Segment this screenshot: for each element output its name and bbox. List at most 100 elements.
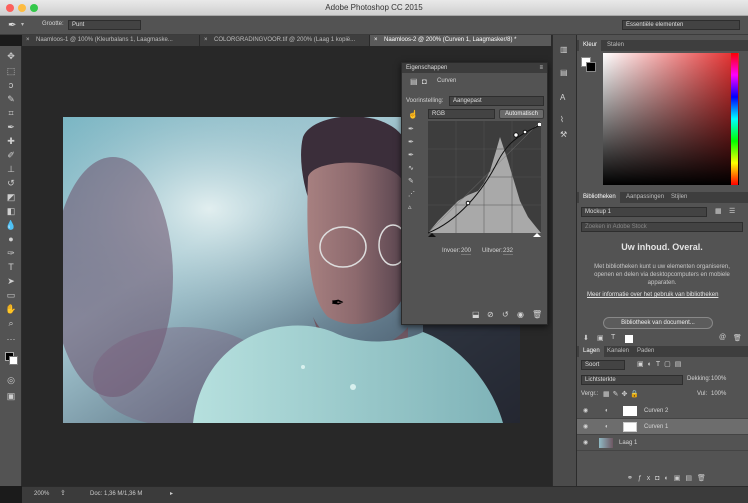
grid-view-icon[interactable]: ▦ bbox=[715, 207, 722, 215]
properties-icon[interactable]: ▤ bbox=[560, 68, 568, 77]
eraser-icon[interactable]: ◩ bbox=[5, 191, 17, 203]
pencil-icon[interactable]: ✎ bbox=[408, 177, 418, 190]
background-color-swatch[interactable] bbox=[9, 356, 18, 365]
zoom-level[interactable]: 200% bbox=[34, 487, 49, 501]
target-adjust-icon[interactable]: ☝ bbox=[408, 110, 418, 119]
trash-icon[interactable]: 🗑 bbox=[532, 310, 542, 319]
stamp-icon[interactable]: ⊥ bbox=[5, 163, 17, 175]
clip-to-layer-icon[interactable]: ⬓ bbox=[472, 310, 480, 319]
brush-presets-icon[interactable]: ⌇ bbox=[560, 115, 564, 124]
pen-icon[interactable]: ✑ bbox=[5, 247, 17, 259]
eyedropper-white-icon[interactable]: ✒ bbox=[408, 151, 418, 164]
layer-row-curven-2[interactable]: ◉ ◐ Curven 2 bbox=[577, 403, 748, 419]
list-view-icon[interactable]: ☰ bbox=[729, 207, 735, 215]
properties-panel-header[interactable]: Eigenschappen ≡ bbox=[402, 63, 547, 73]
eye-icon[interactable]: ◉ bbox=[583, 403, 588, 419]
history-icon[interactable]: ▥ bbox=[560, 45, 568, 54]
library-from-document-button[interactable]: Bibliotheek van document... bbox=[603, 317, 713, 329]
opacity-value[interactable]: 100% bbox=[711, 376, 726, 382]
add-graphic-icon[interactable]: ▣ bbox=[597, 334, 604, 342]
eyedropper-black-icon[interactable]: ✒ bbox=[408, 125, 418, 138]
history-brush-icon[interactable]: ↺ bbox=[5, 177, 17, 189]
clipping-warning-icon[interactable]: ▵ bbox=[408, 203, 418, 216]
tool-presets-icon[interactable]: ⚒ bbox=[560, 130, 567, 139]
library-select[interactable]: Mockup 1 bbox=[581, 207, 707, 217]
doc-tab-3[interactable]: × Naamloos-2 @ 200% (Curven 1, Laagmasker… bbox=[370, 35, 552, 46]
character-icon[interactable]: A bbox=[560, 93, 565, 102]
layer-row-laag-1[interactable]: ◉ Laag 1 bbox=[577, 435, 748, 451]
eyedropper-gray-icon[interactable]: ✒ bbox=[408, 138, 418, 151]
hue-slider[interactable] bbox=[731, 53, 738, 185]
background-swatch[interactable] bbox=[586, 62, 596, 72]
eye-icon[interactable]: ◉ bbox=[583, 435, 588, 451]
move-icon[interactable]: ✥ bbox=[5, 50, 17, 62]
smooth-icon[interactable]: ⋰ bbox=[408, 190, 418, 203]
eye-icon[interactable]: ◉ bbox=[583, 419, 588, 435]
hand-icon[interactable]: ✋ bbox=[5, 303, 17, 315]
channel-select[interactable]: RGB bbox=[428, 109, 495, 119]
dodge-icon[interactable]: ● bbox=[5, 233, 17, 245]
libraries-learn-more-link[interactable]: Meer informatie over het gebruik van bib… bbox=[587, 291, 727, 299]
blend-mode-select[interactable]: Lichtsterkte bbox=[581, 375, 683, 385]
stock-search-input[interactable]: Zoeken in Adobe Stock bbox=[581, 222, 743, 232]
color-picker-field[interactable] bbox=[603, 53, 739, 185]
chevron-down-icon[interactable]: ▾ bbox=[21, 21, 24, 28]
blur-icon[interactable]: 💧 bbox=[5, 219, 17, 231]
zoom-icon[interactable]: ⌕ bbox=[5, 317, 17, 329]
quick-select-icon[interactable]: ✎ bbox=[5, 93, 17, 105]
tab-bibliotheken[interactable]: Bibliotheken bbox=[579, 192, 620, 203]
gradient-icon[interactable]: ◧ bbox=[5, 205, 17, 217]
tab-stalen[interactable]: Stalen bbox=[603, 40, 628, 51]
minimize-window-button[interactable] bbox=[18, 4, 26, 12]
reset-icon[interactable]: ↺ bbox=[502, 310, 509, 319]
curves-graph[interactable] bbox=[428, 121, 541, 237]
layer-filter-icons[interactable]: ▣◐T▢▤ bbox=[637, 360, 685, 368]
shape-icon[interactable]: ▭ bbox=[5, 289, 17, 301]
lasso-icon[interactable]: ↄ bbox=[5, 79, 17, 91]
add-content-icon[interactable]: ⬇ bbox=[583, 334, 589, 342]
share-icon[interactable]: ⇪ bbox=[60, 487, 66, 501]
output-value[interactable]: 232 bbox=[503, 248, 514, 255]
zoom-window-button[interactable] bbox=[30, 4, 38, 12]
tab-lagen[interactable]: Lagen bbox=[579, 346, 604, 357]
visibility-icon[interactable]: ◉ bbox=[517, 310, 524, 319]
brush-icon[interactable]: ✐ bbox=[5, 149, 17, 161]
eyedropper-tool-icon[interactable]: ✒ bbox=[5, 121, 17, 133]
trash-icon[interactable]: 🗑 bbox=[733, 334, 742, 342]
status-menu-arrow-icon[interactable]: ▸ bbox=[170, 487, 173, 501]
healing-icon[interactable]: ✚ bbox=[5, 135, 17, 147]
auto-button[interactable]: Automatisch bbox=[499, 109, 544, 119]
close-window-button[interactable] bbox=[6, 4, 14, 12]
close-icon[interactable]: × bbox=[374, 35, 378, 46]
cloud-icon[interactable]: @ bbox=[719, 334, 726, 341]
tab-paden[interactable]: Paden bbox=[633, 346, 658, 357]
mask-icon[interactable]: ◘ bbox=[422, 77, 427, 86]
add-text-icon[interactable]: T bbox=[611, 334, 615, 341]
tab-stijlen[interactable]: Stijlen bbox=[667, 192, 691, 203]
fill-value[interactable]: 100% bbox=[711, 391, 726, 397]
lock-icons[interactable]: ▦✎✥🔒 bbox=[603, 390, 642, 398]
add-color-icon[interactable] bbox=[625, 335, 633, 343]
marquee-icon[interactable]: ⬚ bbox=[5, 65, 17, 77]
layers-footer-icons[interactable]: ⚭ƒx◘◐▣▤🗑 bbox=[627, 474, 747, 482]
path-select-icon[interactable]: ➤ bbox=[5, 275, 17, 287]
sample-size-select[interactable]: Punt bbox=[68, 20, 141, 30]
view-previous-icon[interactable]: ⊘ bbox=[487, 310, 494, 319]
curve-point-icon[interactable]: ∿ bbox=[408, 164, 418, 177]
crop-icon[interactable]: ⌗ bbox=[5, 107, 17, 119]
tab-aanpassingen[interactable]: Aanpassingen bbox=[622, 192, 668, 203]
eyedropper-icon[interactable]: ✒ bbox=[8, 20, 16, 31]
quick-mask-icon[interactable]: ◎ bbox=[5, 374, 17, 386]
input-value[interactable]: 200 bbox=[461, 248, 472, 255]
workspace-select[interactable]: Essentiële elementen bbox=[622, 20, 740, 30]
close-icon[interactable]: × bbox=[26, 35, 30, 46]
close-icon[interactable]: × bbox=[204, 35, 208, 46]
layer-filter-select[interactable]: Soort bbox=[581, 360, 625, 370]
tab-kanalen[interactable]: Kanalen bbox=[603, 346, 633, 357]
screen-mode-icon[interactable]: ▣ bbox=[5, 390, 17, 402]
doc-tab-2[interactable]: × COLORGRADINGVOOR.tif @ 200% (Laag 1 kop… bbox=[200, 35, 370, 46]
layer-row-curven-1[interactable]: ◉ ◐ Curven 1 bbox=[577, 419, 748, 435]
panel-menu-icon[interactable]: ≡ bbox=[539, 63, 543, 73]
type-icon[interactable]: T bbox=[5, 261, 17, 273]
doc-tab-1[interactable]: × Naamloos-1 @ 100% (Kleurbalans 1, Laagm… bbox=[22, 35, 200, 46]
